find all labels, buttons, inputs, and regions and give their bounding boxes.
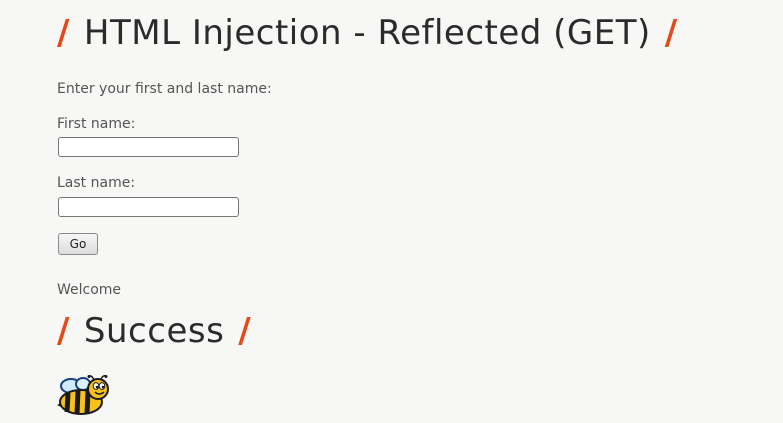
last-name-input[interactable] [58,197,239,217]
last-name-label: Last name: [57,175,136,191]
first-name-label: First name: [57,116,136,132]
success-slash-right: / [238,311,252,351]
title-slash-right: / [664,13,678,53]
form-intro-text: Enter your first and last name: [57,81,272,97]
title-slash-left: / [57,13,70,53]
page-body: { "page": { "title_slash_left": "/", "ti… [0,0,783,423]
success-heading: / Success / [57,306,251,356]
first-name-input[interactable] [58,137,239,157]
success-slash-left: / [57,311,70,351]
welcome-message: Welcome [57,282,122,298]
success-heading-text: Success [83,311,225,351]
page-title: / HTML Injection - Reflected (GET) / [57,8,678,58]
page-title-text: HTML Injection - Reflected (GET) [83,13,651,53]
go-button[interactable]: Go [58,233,98,255]
bee-icon [57,375,109,415]
